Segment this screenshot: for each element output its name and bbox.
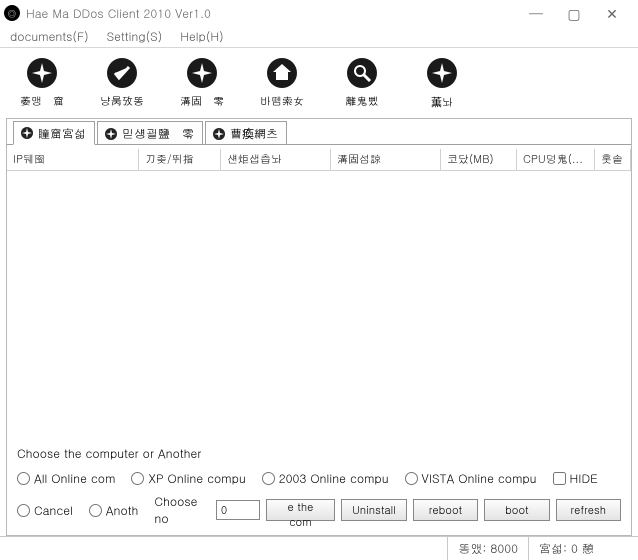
tab-1[interactable]: 瞳窟宮섧 <box>13 121 95 145</box>
radio-2003-online[interactable]: 2003 Online compu <box>262 470 389 487</box>
window-title: Hae Ma DDos Client 2010 Ver1.0 <box>26 5 524 22</box>
choose-no-input[interactable] <box>216 500 260 520</box>
toolbar-button-5[interactable]: 離鬼뼸 <box>328 56 396 109</box>
choose-no-label: Choose no <box>154 493 210 527</box>
app-icon: ◎ <box>4 5 20 21</box>
action-row: Cancel Anoth Choose no e the com Uninsta… <box>7 489 631 535</box>
title-bar: ◎ Hae Ma DDos Client 2010 Ver1.0 — ▢ ✕ <box>0 0 638 26</box>
tab-2[interactable]: 믿섕괼鹽 零 <box>97 121 203 144</box>
gear-search-icon <box>345 56 379 90</box>
col-ip[interactable]: IP뒈囹 <box>7 149 139 170</box>
toolbar-button-4[interactable]: 바뗌索女 <box>248 56 316 109</box>
toolbar-button-6[interactable]: 薫놔 <box>408 56 476 110</box>
radio-cancel[interactable]: Cancel <box>17 502 73 519</box>
gear-icon <box>425 56 459 90</box>
chooser-title: Choose the computer or Another <box>17 445 201 462</box>
main-panel: 瞳窟宮섧 믿섕괼鹽 零 曹瘓網츠 IP뒈囹 刀좆/뛰指 섄炬샙츱놔 溝固섬諒 코… <box>6 118 632 536</box>
gear-check-icon <box>105 56 139 90</box>
tab-label: 믿섕괼鹽 零 <box>122 125 194 142</box>
status-port: 똥앴: 8000 <box>447 537 528 560</box>
col-4[interactable]: 溝固섬諒 <box>331 149 441 170</box>
menu-setting[interactable]: Setting(S) <box>103 26 167 47</box>
status-clients: 宮섧: 0 憩 <box>528 537 638 560</box>
tab-label: 曹瘓網츠 <box>230 125 278 142</box>
toolbar-label: 냥昺攷똥 <box>88 94 156 109</box>
gear-home-icon <box>265 56 299 90</box>
toolbar: 萎맹 窟 냥昺攷똥 溝固 零 바뗌索女 離鬼뼸 薫놔 <box>0 48 638 116</box>
gear-icon <box>25 56 59 90</box>
boot-button[interactable]: boot <box>484 499 549 521</box>
toolbar-label: 溝固 零 <box>168 94 236 109</box>
e-the-com-button[interactable]: e the com <box>266 499 335 521</box>
tab-strip: 瞳窟宮섧 믿섕괼鹽 零 曹瘓網츠 <box>7 119 631 145</box>
radio-all-online[interactable]: All Online com <box>17 470 115 487</box>
list-header: IP뒈囹 刀좆/뛰指 섄炬샙츱놔 溝固섬諒 코닸(MB) CPU덩鬼(... 홋… <box>7 149 631 171</box>
col-cpu[interactable]: CPU덩鬼(... <box>517 149 595 170</box>
toolbar-button-1[interactable]: 萎맹 窟 <box>8 56 76 109</box>
toolbar-label: 萎맹 窟 <box>8 94 76 109</box>
col-mem[interactable]: 코닸(MB) <box>441 149 517 170</box>
radio-xp-online[interactable]: XP Online compu <box>131 470 245 487</box>
radio-another[interactable]: Anoth <box>89 502 139 519</box>
toolbar-label: 離鬼뼸 <box>328 94 396 109</box>
toolbar-button-2[interactable]: 냥昺攷똥 <box>88 56 156 109</box>
reboot-button[interactable]: reboot <box>413 499 478 521</box>
gear-icon <box>212 127 226 141</box>
uninstall-button[interactable]: Uninstall <box>341 499 407 521</box>
tab-3[interactable]: 曹瘓網츠 <box>205 121 287 144</box>
toolbar-label: 薫놔 <box>408 94 476 110</box>
radio-vista-online[interactable]: VISTA Online compu <box>405 470 537 487</box>
toolbar-label: 바뗌索女 <box>248 94 316 109</box>
close-button[interactable]: ✕ <box>600 6 624 20</box>
gear-icon <box>185 56 219 90</box>
minimize-button[interactable]: — <box>524 6 548 20</box>
refresh-button[interactable]: refresh <box>556 499 621 521</box>
menu-bar: documents(F) Setting(S) Help(H) <box>0 26 638 48</box>
gear-icon <box>20 126 34 140</box>
col-7[interactable]: 홋솥 <box>595 149 631 170</box>
chooser-radios: All Online com XP Online compu 2003 Onli… <box>7 464 631 489</box>
tab-label: 瞳窟宮섧 <box>38 125 86 142</box>
list-body[interactable] <box>7 171 631 439</box>
maximize-button[interactable]: ▢ <box>562 6 586 20</box>
col-3[interactable]: 섄炬샙츱놔 <box>221 149 331 170</box>
menu-documents[interactable]: documents(F) <box>6 26 93 47</box>
menu-help[interactable]: Help(H) <box>176 26 227 47</box>
gear-icon <box>104 127 118 141</box>
col-os[interactable]: 刀좆/뛰指 <box>139 149 221 170</box>
checkbox-hide[interactable]: HIDE <box>553 470 598 487</box>
chooser-title-row: Choose the computer or Another <box>7 439 631 464</box>
toolbar-button-3[interactable]: 溝固 零 <box>168 56 236 109</box>
